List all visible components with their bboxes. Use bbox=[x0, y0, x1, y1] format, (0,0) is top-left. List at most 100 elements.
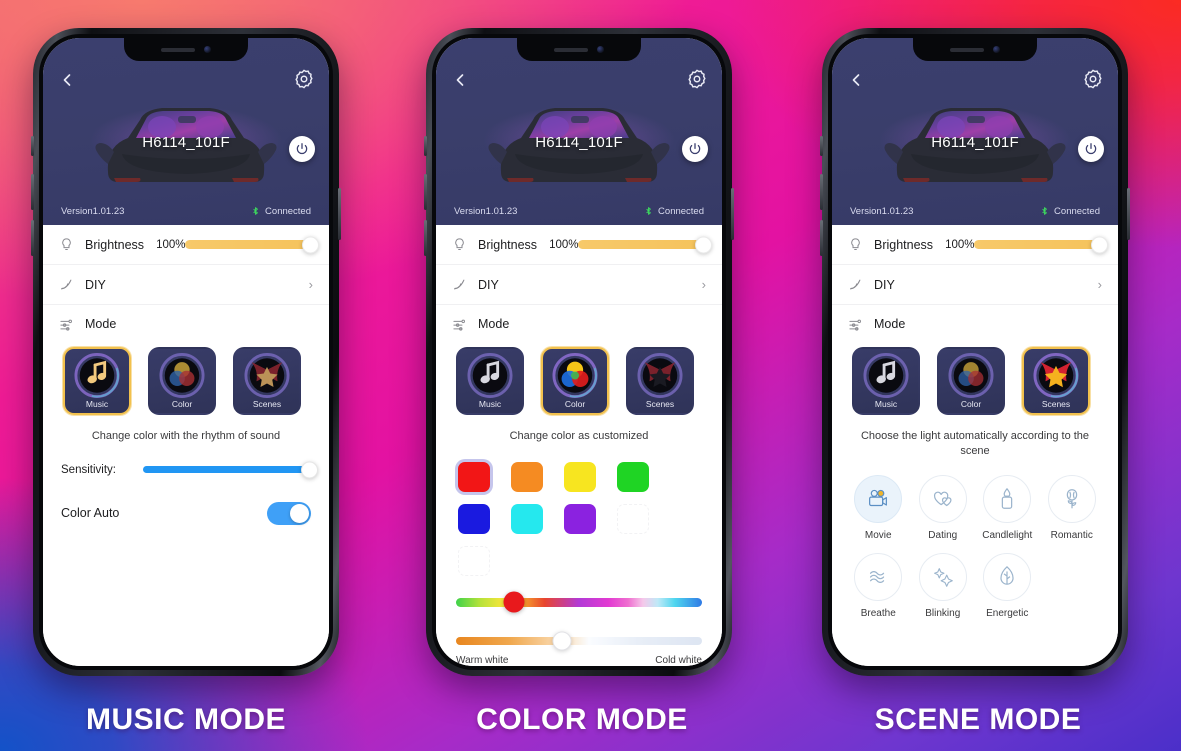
hue-knob[interactable] bbox=[503, 591, 525, 613]
chevron-left-icon[interactable] bbox=[57, 70, 77, 90]
power-button[interactable] bbox=[289, 136, 315, 162]
mode-tile-color[interactable]: Color bbox=[541, 347, 609, 415]
volume-up-button[interactable] bbox=[820, 174, 823, 210]
brightness-value: 100% bbox=[945, 238, 975, 251]
leaf-icon bbox=[983, 552, 1032, 601]
white-balance-slider[interactable] bbox=[456, 631, 702, 651]
mode-tile-scenes[interactable]: Scenes bbox=[1022, 347, 1090, 415]
brightness-knob[interactable] bbox=[695, 236, 712, 253]
volume-down-button[interactable] bbox=[31, 220, 34, 256]
star-curtain-icon bbox=[1033, 352, 1079, 404]
sensitivity-slider[interactable] bbox=[143, 461, 318, 479]
hue-track bbox=[456, 597, 702, 607]
swatch-orange[interactable] bbox=[511, 461, 543, 492]
gear-icon[interactable] bbox=[686, 68, 708, 90]
diy-row[interactable]: DIY › bbox=[832, 265, 1118, 305]
scene-romantic[interactable]: Romantic bbox=[1040, 474, 1105, 541]
scene-candlelight[interactable]: Candlelight bbox=[975, 474, 1040, 541]
header-bar bbox=[43, 64, 329, 98]
toggle-knob bbox=[290, 503, 309, 523]
hue-slider[interactable] bbox=[456, 591, 702, 613]
swatch-yellow[interactable] bbox=[564, 461, 596, 492]
swatch-blue[interactable] bbox=[458, 503, 490, 534]
scene-label: Movie bbox=[864, 529, 892, 541]
music-note-icon bbox=[467, 352, 513, 404]
chevron-left-icon[interactable] bbox=[846, 70, 866, 90]
power-side-button[interactable] bbox=[1127, 188, 1130, 240]
brightness-knob[interactable] bbox=[302, 236, 319, 253]
swatch-red[interactable] bbox=[458, 461, 490, 492]
color-auto-row[interactable]: Color Auto bbox=[43, 476, 329, 525]
chevron-right-icon[interactable]: › bbox=[702, 277, 706, 292]
scene-blinking[interactable]: Blinking bbox=[911, 552, 976, 619]
mode-label: Mode bbox=[85, 317, 117, 331]
color-swatches bbox=[436, 444, 722, 576]
white-knob[interactable] bbox=[552, 631, 572, 651]
diy-row[interactable]: DIY › bbox=[436, 265, 722, 305]
diy-row[interactable]: DIY › bbox=[43, 265, 329, 305]
phone-screen: H6114_101F Version1.01.23 Connected Brig… bbox=[43, 38, 329, 666]
sensitivity-label: Sensitivity: bbox=[61, 463, 116, 476]
sensitivity-knob[interactable] bbox=[301, 461, 318, 479]
volume-down-button[interactable] bbox=[820, 220, 823, 256]
mode-label: Mode bbox=[478, 317, 510, 331]
sensitivity-row[interactable]: Sensitivity: bbox=[43, 444, 329, 479]
brightness-row[interactable]: Brightness 100% bbox=[43, 225, 329, 265]
gear-icon[interactable] bbox=[1082, 68, 1104, 90]
chevron-right-icon[interactable]: › bbox=[309, 277, 313, 292]
power-button[interactable] bbox=[1078, 136, 1104, 162]
mode-tile-color[interactable]: Color bbox=[937, 347, 1005, 415]
mode-tile-color[interactable]: Color bbox=[148, 347, 216, 415]
power-side-button[interactable] bbox=[731, 188, 734, 240]
mute-switch[interactable] bbox=[31, 136, 34, 156]
swatch-green[interactable] bbox=[617, 461, 649, 492]
scene-breathe[interactable]: Breathe bbox=[846, 552, 911, 619]
scene-label: Candlelight bbox=[982, 529, 1033, 541]
mute-switch[interactable] bbox=[820, 136, 823, 156]
volume-up-button[interactable] bbox=[31, 174, 34, 210]
color-auto-toggle[interactable] bbox=[267, 501, 311, 525]
power-button[interactable] bbox=[682, 136, 708, 162]
scene-grid: Movie Dating Candlelight Romantic Breath… bbox=[832, 459, 1118, 631]
mode-tile-music[interactable]: Music bbox=[456, 347, 524, 415]
brightness-slider[interactable] bbox=[185, 236, 319, 253]
brightness-row[interactable]: Brightness 100% bbox=[436, 225, 722, 265]
phone-screen: H6114_101F Version1.01.23 Connected Brig… bbox=[832, 38, 1118, 666]
scene-movie[interactable]: Movie bbox=[846, 474, 911, 541]
device-name: H6114_101F bbox=[931, 134, 1019, 151]
cold-white-label: Cold white bbox=[655, 654, 702, 666]
volume-down-button[interactable] bbox=[424, 220, 427, 256]
chevron-right-icon[interactable]: › bbox=[1098, 277, 1102, 292]
sensitivity-track bbox=[143, 466, 311, 474]
mode-tile-scenes[interactable]: Scenes bbox=[626, 347, 694, 415]
swatch-empty-1[interactable] bbox=[617, 503, 649, 534]
chevron-left-icon[interactable] bbox=[450, 70, 470, 90]
mode-tile-scenes[interactable]: Scenes bbox=[233, 347, 301, 415]
brightness-knob[interactable] bbox=[1091, 236, 1108, 253]
swatch-cyan[interactable] bbox=[511, 503, 543, 534]
mode-tile-music[interactable]: Music bbox=[63, 347, 131, 415]
volume-up-button[interactable] bbox=[424, 174, 427, 210]
scene-label: Blinking bbox=[925, 607, 961, 619]
swatch-purple[interactable] bbox=[564, 503, 596, 534]
connection-label: Connected bbox=[265, 205, 311, 217]
device-header: H6114_101F Version1.01.23 Connected bbox=[832, 38, 1118, 225]
mute-switch[interactable] bbox=[424, 136, 427, 156]
gear-icon[interactable] bbox=[293, 68, 315, 90]
bluetooth-icon bbox=[1042, 207, 1047, 215]
brightness-row[interactable]: Brightness 100% bbox=[832, 225, 1118, 265]
bluetooth-icon bbox=[253, 207, 258, 215]
brightness-slider[interactable] bbox=[578, 236, 712, 253]
mode-tile-label: Music bbox=[478, 399, 502, 409]
notch bbox=[517, 38, 641, 61]
mode-tile-music[interactable]: Music bbox=[852, 347, 920, 415]
connection-status: Connected bbox=[251, 205, 311, 217]
car-illustration: H6114_101F bbox=[436, 98, 722, 198]
scene-dating[interactable]: Dating bbox=[911, 474, 976, 541]
brightness-slider[interactable] bbox=[974, 236, 1108, 253]
scene-energetic[interactable]: Energetic bbox=[975, 552, 1040, 619]
phone-bezel: H6114_101F Version1.01.23 Connected Brig… bbox=[39, 34, 333, 670]
bulb-icon bbox=[848, 237, 868, 252]
swatch-empty-2[interactable] bbox=[458, 545, 490, 576]
power-side-button[interactable] bbox=[338, 188, 341, 240]
